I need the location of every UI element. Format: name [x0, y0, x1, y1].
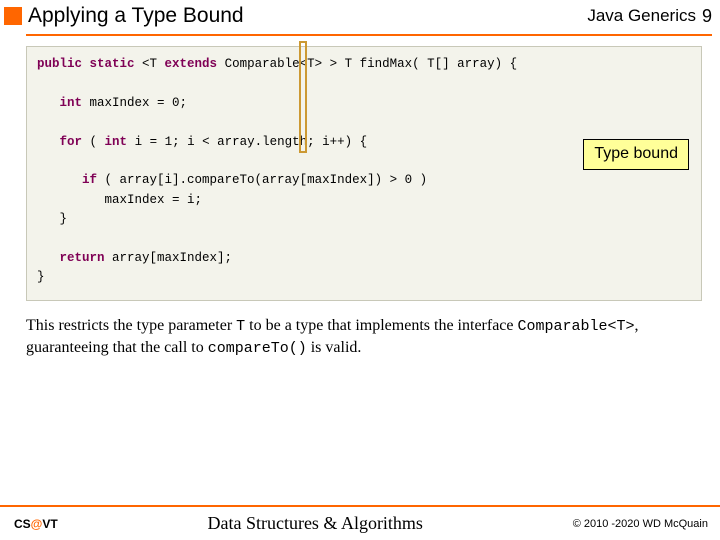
code-text: }	[60, 212, 68, 226]
kw-int: int	[60, 96, 90, 110]
code-line: int maxIndex = 0;	[37, 94, 691, 113]
code-text: <T	[142, 57, 165, 71]
code-text: Comparable<T> > T findMax( T[] array) {	[225, 57, 518, 71]
inline-code: Comparable<T>	[518, 318, 635, 335]
slide-footer: CS@VT Data Structures & Algorithms © 201…	[0, 505, 720, 540]
code-line: if ( array[i].compareTo(array[maxIndex])…	[37, 171, 691, 190]
code-block: Type bound public static <T extends Comp…	[26, 46, 702, 301]
code-text: ( array[i].compareTo(array[maxIndex]) > …	[105, 173, 428, 187]
kw-int: int	[105, 135, 135, 149]
footer-left: CS@VT	[14, 517, 58, 531]
topic-label: Java Generics	[587, 6, 696, 26]
code-line: }	[37, 268, 691, 287]
code-text: (	[90, 135, 105, 149]
brand-square	[4, 7, 22, 25]
code-text: array[maxIndex];	[112, 251, 232, 265]
code-line: }	[37, 210, 691, 229]
code-blank	[37, 113, 691, 132]
code-text: }	[37, 270, 45, 284]
slide-header: Applying a Type Bound Java Generics 9	[0, 0, 720, 32]
body-text: is valid.	[307, 339, 362, 356]
code-text: maxIndex = i;	[105, 193, 203, 207]
code-line: public static <T extends Comparable<T> >…	[37, 55, 691, 74]
header-divider	[26, 34, 712, 36]
body-paragraph: This restricts the type parameter T to b…	[26, 315, 702, 360]
body-text: This restricts the type parameter	[26, 317, 236, 334]
kw-for: for	[60, 135, 90, 149]
code-text: i = 1; i < array.length; i++) {	[135, 135, 368, 149]
footer-vt: VT	[42, 517, 57, 531]
kw-public: public	[37, 57, 90, 71]
body-text: to be a type that implements the interfa…	[245, 317, 517, 334]
slide-title: Applying a Type Bound	[28, 4, 587, 28]
footer-at: @	[31, 517, 43, 531]
code-line: maxIndex = i;	[37, 191, 691, 210]
code-blank	[37, 229, 691, 248]
footer-copyright: © 2010 -2020 WD McQuain	[573, 518, 708, 530]
code-line: return array[maxIndex];	[37, 249, 691, 268]
inline-code: T	[236, 318, 245, 335]
page-number: 9	[702, 6, 712, 27]
footer-cs: CS	[14, 517, 31, 531]
code-blank	[37, 74, 691, 93]
kw-if: if	[82, 173, 105, 187]
callout-label: Type bound	[583, 139, 689, 170]
code-text: maxIndex = 0;	[90, 96, 188, 110]
kw-return: return	[60, 251, 113, 265]
kw-static: static	[90, 57, 143, 71]
inline-code: compareTo()	[208, 340, 307, 357]
footer-center: Data Structures & Algorithms	[207, 513, 422, 534]
kw-extends: extends	[165, 57, 225, 71]
